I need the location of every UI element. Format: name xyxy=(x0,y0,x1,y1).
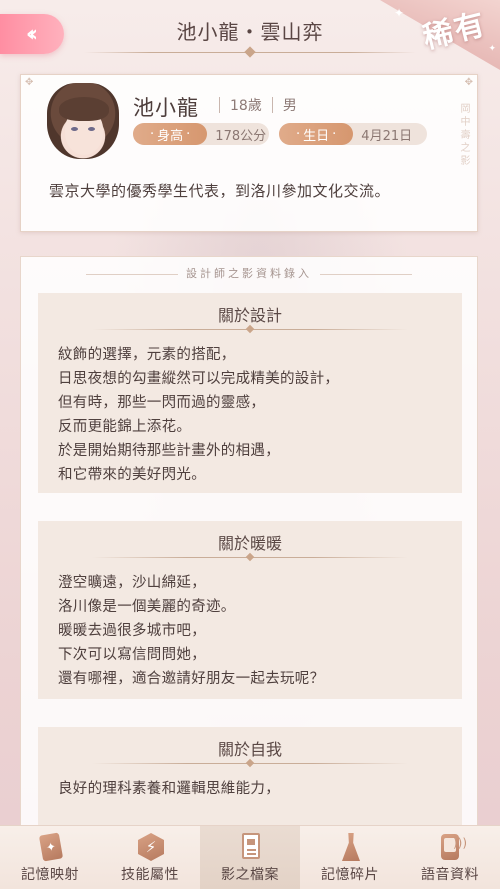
nav-label: 語音資料 xyxy=(421,867,479,883)
character-meta: 18歲 男 xyxy=(209,95,297,115)
birthday-value: 4月21日 xyxy=(361,128,413,144)
profile-card: ✥ ✥ 池小龍 18歲 男 身高 178公分 生日 4月21日 岡中壽之影 雲京… xyxy=(20,74,478,232)
nav-item-voice-data[interactable]: ))) 語音資料 xyxy=(400,826,500,889)
nav-item-memory-fragments[interactable]: 記憶碎片 xyxy=(300,826,400,889)
birthday-pill: 生日 4月21日 xyxy=(279,123,427,145)
birthday-label: 生日 xyxy=(279,123,354,145)
section-line: 還有哪裡，適合邀請好朋友一起去玩呢？ xyxy=(58,671,325,687)
section-line: 但有時，那些一閃而過的靈感， xyxy=(58,395,266,411)
nav-item-skill-attributes[interactable]: ⚡ 技能屬性 xyxy=(100,826,200,889)
character-bio: 雲京大學的優秀學生代表，到洛川參加文化交流。 xyxy=(49,182,391,200)
side-watermark-text: 岡中壽之影 xyxy=(458,103,469,168)
avatar xyxy=(47,83,119,159)
section-line: 於是開始期待那些計畫外的相遇， xyxy=(58,443,280,459)
section-title: 關於設計 xyxy=(217,306,282,325)
skill-hex-icon: ⚡ xyxy=(135,832,165,862)
dress-icon xyxy=(335,832,365,862)
section-divider xyxy=(92,553,408,561)
sparkle-icon: ✦ xyxy=(393,6,404,20)
bottom-nav: ✦ 記憶映射 ⚡ 技能屬性 影之檔案 記憶碎片 ))) 語音資料 xyxy=(0,825,500,889)
corner-ornament-icon: ✥ xyxy=(464,77,473,88)
nav-item-shadow-archive[interactable]: 影之檔案 xyxy=(200,826,300,889)
section-line: 紋飾的選擇，元素的搭配， xyxy=(58,347,236,363)
height-label: 身高 xyxy=(133,123,208,145)
nav-label: 影之檔案 xyxy=(221,867,279,883)
character-name: 池小龍 xyxy=(133,96,199,120)
section-line: 和它帶來的美好閃光。 xyxy=(58,467,206,483)
nav-label: 記憶映射 xyxy=(21,867,79,883)
section-line: 暖暖去過很多城市吧， xyxy=(58,623,206,639)
section-divider xyxy=(92,325,408,333)
nav-item-memory-mapping[interactable]: ✦ 記憶映射 xyxy=(0,826,100,889)
nav-label: 技能屬性 xyxy=(121,867,179,883)
voice-phone-icon: ))) xyxy=(435,832,467,862)
height-value: 178公分 xyxy=(215,128,267,144)
document-icon xyxy=(235,832,265,862)
section-line: 下次可以寫信問問她， xyxy=(58,647,206,663)
section-title: 關於暖暖 xyxy=(217,534,282,553)
record-section-design: 關於設計 紋飾的選擇，元素的搭配， 日思夜想的勾畫縱然可以完成精美的設計， 但有… xyxy=(38,293,462,493)
title-divider xyxy=(84,46,416,58)
section-line: 澄空曠遠，沙山綿延， xyxy=(58,575,206,591)
character-age: 18歲 xyxy=(230,98,262,114)
record-section-nuannuan: 關於暖暖 澄空曠遠，沙山綿延， 洛川像是一個美麗的奇迹。 暖暖去過很多城市吧， … xyxy=(38,521,462,699)
height-pill: 身高 178公分 xyxy=(133,123,269,145)
header: ‹‹ 池小龍・雲山弈 ✦ ✦ 稀有 xyxy=(0,0,500,70)
section-line: 良好的理科素養和邏輯思維能力， xyxy=(58,781,280,797)
memory-card-icon: ✦ xyxy=(35,832,65,862)
records-panel[interactable]: 設計師之影資料錄入 關於設計 紋飾的選擇，元素的搭配， 日思夜想的勾畫縱然可以完… xyxy=(20,256,478,826)
sparkle-icon: ✦ xyxy=(488,44,496,54)
corner-ornament-icon: ✥ xyxy=(25,77,34,88)
section-title: 關於自我 xyxy=(217,740,282,759)
section-divider xyxy=(92,759,408,767)
nav-label: 記憶碎片 xyxy=(321,867,379,883)
section-line: 洛川像是一個美麗的奇迹。 xyxy=(58,599,236,615)
record-section-self: 關於自我 良好的理科素養和邏輯思維能力， xyxy=(38,727,462,825)
section-line: 日思夜想的勾畫縱然可以完成精美的設計， xyxy=(58,371,340,387)
character-gender: 男 xyxy=(282,98,297,114)
section-line: 反而更能錦上添花。 xyxy=(58,419,192,435)
records-heading: 設計師之影資料錄入 xyxy=(21,265,477,281)
